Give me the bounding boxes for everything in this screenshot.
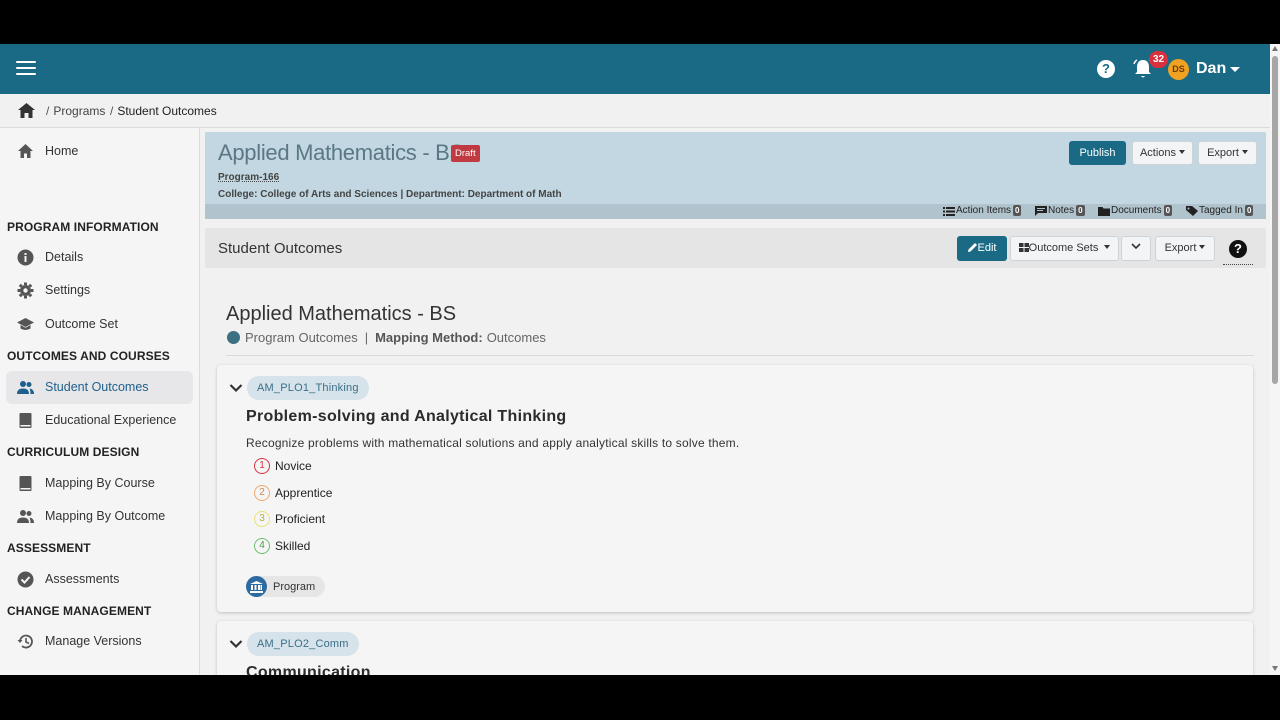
- outcome-title: Communication: [246, 664, 371, 675]
- sidebar-item-details[interactable]: Details: [6, 241, 193, 274]
- comment-icon: [1035, 205, 1047, 216]
- page-title: Applied Mathematics - BS: [226, 303, 457, 325]
- outcome-code-pill[interactable]: AM_PLO2_Comm: [247, 632, 359, 656]
- home-icon[interactable]: [18, 103, 35, 118]
- sidebar-item-manage-versions[interactable]: Manage Versions: [6, 625, 193, 658]
- level-item: 1 Novice: [254, 458, 312, 474]
- scroll-up-icon[interactable]: [1272, 46, 1278, 51]
- help-underline: [1223, 264, 1253, 265]
- tagged-in-link[interactable]: Tagged In 0: [1186, 205, 1254, 216]
- help-icon[interactable]: ?: [1229, 240, 1247, 258]
- section-title: Student Outcomes: [218, 240, 343, 257]
- history-icon: [17, 634, 33, 649]
- chevron-down-icon[interactable]: [229, 381, 243, 395]
- menu-icon[interactable]: [16, 61, 36, 77]
- divider: [226, 355, 1254, 356]
- sidebar-section-program-information: PROGRAM INFORMATION: [7, 220, 159, 234]
- check-circle-icon: [17, 571, 34, 588]
- outcome-description: Recognize problems with mathematical sol…: [246, 436, 740, 450]
- sidebar-item-outcome-set[interactable]: Outcome Set: [6, 308, 193, 341]
- outcome-card: AM_PLO1_Thinking Problem-solving and Ana…: [217, 365, 1253, 612]
- notes-link[interactable]: Notes 0: [1035, 205, 1085, 216]
- grid-icon: [1018, 243, 1029, 252]
- documents-link[interactable]: Documents 0: [1098, 205, 1173, 216]
- chevron-down-icon[interactable]: [229, 637, 243, 651]
- scope-badge: Program: [246, 576, 326, 597]
- folder-icon: [1098, 206, 1110, 216]
- info-icon: [17, 249, 34, 266]
- sidebar-item-mapping-by-course[interactable]: Mapping By Course: [6, 467, 193, 500]
- list-icon: [943, 206, 955, 216]
- user-name[interactable]: Dan: [1196, 60, 1226, 78]
- caret-down-icon: [1179, 150, 1186, 154]
- scrollbar[interactable]: [1270, 44, 1280, 675]
- top-navbar: ? 32 DS Dan: [0, 44, 1270, 94]
- sidebar-item-student-outcomes[interactable]: Student Outcomes: [6, 371, 193, 404]
- pencil-icon: [967, 243, 977, 252]
- publish-button[interactable]: Publish: [1069, 141, 1126, 165]
- outcome-card: AM_PLO2_Comm Communication: [217, 621, 1253, 675]
- people-icon: [17, 381, 34, 394]
- edit-button[interactable]: Edit: [957, 236, 1007, 261]
- help-icon[interactable]: ?: [1097, 60, 1115, 78]
- status-dot-icon: [227, 331, 240, 344]
- app-frame: ? 32 DS Dan / Programs / Student Outcomes …: [0, 44, 1280, 675]
- caret-down-icon: [1104, 245, 1111, 249]
- status-badge: Draft: [451, 145, 480, 162]
- caret-down-icon: [1241, 150, 1248, 154]
- scrollbar-thumb[interactable]: [1272, 56, 1278, 384]
- chevron-down-icon: [1131, 243, 1141, 250]
- avatar[interactable]: DS: [1168, 59, 1189, 80]
- tag-icon: [1186, 205, 1198, 216]
- outcome-code-pill[interactable]: AM_PLO1_Thinking: [247, 376, 369, 400]
- sidebar-item-educational-experience[interactable]: Educational Experience: [6, 404, 193, 437]
- caret-down-icon: [1199, 245, 1206, 249]
- level-item: 4 Skilled: [254, 538, 310, 554]
- level-item: 2 Apprentice: [254, 485, 332, 501]
- outcome-sets-button[interactable]: Outcome Sets: [1010, 236, 1119, 261]
- sidebar-item-home[interactable]: Home: [6, 135, 193, 168]
- notification-badge: 32: [1149, 51, 1168, 68]
- book-icon: [19, 413, 32, 428]
- sidebar-item-assessments[interactable]: Assessments: [6, 563, 193, 596]
- sidebar-section-assessment: ASSESSMENT: [7, 541, 91, 555]
- people-icon: [17, 510, 34, 523]
- export-button[interactable]: Export: [1198, 141, 1257, 165]
- sidebar-section-outcomes-and-courses: OUTCOMES AND COURSES: [7, 349, 170, 363]
- level-item: 3 Proficient: [254, 511, 325, 527]
- breadcrumb-current: / Student Outcomes: [110, 104, 217, 118]
- section-header: Student Outcomes Edit Outcome Sets Expor…: [205, 228, 1266, 268]
- program-title: Applied Mathematics - BS: [218, 140, 464, 165]
- program-footer-bar: Action Items 0 Notes 0 Documents 0 Tagged I…: [205, 204, 1266, 219]
- home-icon: [18, 144, 33, 158]
- scroll-down-icon[interactable]: [1272, 666, 1278, 671]
- graduation-cap-icon: [17, 318, 34, 330]
- caret-down-icon[interactable]: [1230, 67, 1240, 72]
- book-icon: [19, 476, 32, 491]
- collapse-toggle-button[interactable]: [1121, 236, 1151, 261]
- sidebar-item-mapping-by-outcome[interactable]: Mapping By Outcome: [6, 500, 193, 533]
- sidebar-item-settings[interactable]: Settings: [6, 274, 193, 307]
- program-header: Applied Mathematics - BS Draft Program-1…: [205, 132, 1266, 219]
- outcome-title: Problem-solving and Analytical Thinking: [246, 408, 567, 425]
- sidebar-section-curriculum-design: CURRICULUM DESIGN: [7, 445, 140, 459]
- sidebar: Home PROGRAM INFORMATION Details Setting…: [0, 128, 200, 675]
- breadcrumb: / Programs / Student Outcomes: [0, 94, 1270, 128]
- breadcrumb-programs[interactable]: / Programs: [46, 104, 105, 118]
- outcome-set-info: Program Outcomes | Mapping Method: Outco…: [227, 330, 546, 345]
- gear-icon: [17, 282, 34, 299]
- action-items-link[interactable]: Action Items 0: [943, 205, 1022, 216]
- actions-button[interactable]: Actions: [1132, 141, 1193, 165]
- institution-icon: [250, 580, 263, 593]
- program-id[interactable]: Program-166: [218, 172, 279, 183]
- sidebar-section-change-management: CHANGE MANAGEMENT: [7, 604, 152, 618]
- section-export-button[interactable]: Export: [1155, 236, 1215, 261]
- program-college: College: College of Arts and Sciences | …: [218, 189, 562, 200]
